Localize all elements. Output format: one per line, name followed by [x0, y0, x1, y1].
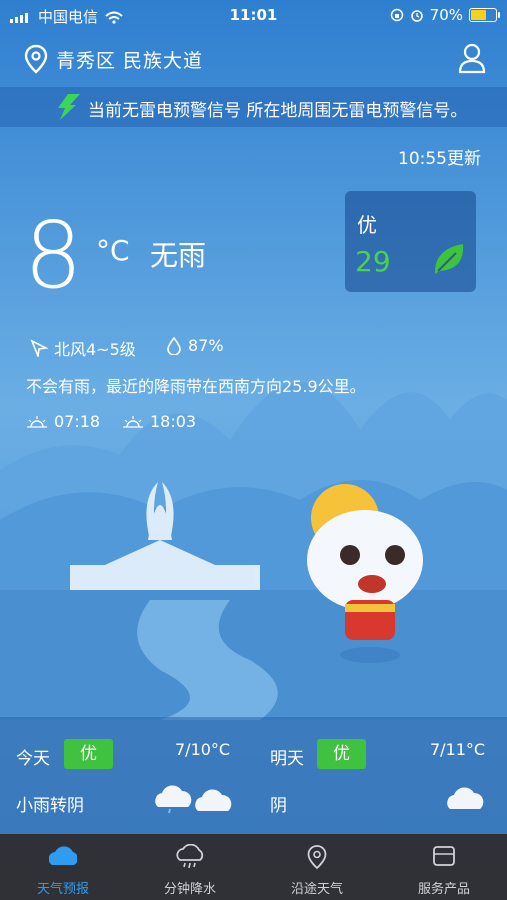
status-right: 70%	[390, 6, 500, 24]
location-name[interactable]: 青秀区 民族大道	[56, 46, 203, 73]
lightning-icon	[58, 94, 80, 120]
tab-minute-precipitation[interactable]: 分钟降水	[127, 834, 253, 900]
aqi-value: 29	[355, 245, 391, 278]
alarm-icon	[410, 10, 423, 22]
sunset-time: 18:03	[150, 412, 197, 431]
wind-info: 北风4~5级	[30, 336, 136, 360]
temperature-range: 7/11°C	[430, 740, 486, 759]
aqi-badge: 优	[317, 739, 366, 769]
wind-direction-icon	[30, 339, 48, 357]
temperature-unit: °C	[96, 234, 130, 267]
current-temperature: 8	[24, 202, 83, 309]
battery-level	[471, 10, 487, 20]
battery-percent: 70%	[429, 6, 463, 24]
cloud-icon	[49, 846, 77, 865]
aqi-label: 优	[357, 213, 377, 237]
tab-label: 分钟降水	[163, 882, 216, 897]
wind-text: 北风4~5级	[54, 340, 136, 359]
tab-label: 沿途天气	[290, 882, 343, 897]
tab-service-products[interactable]: 服务产品	[381, 834, 507, 900]
location-pin-icon	[307, 845, 327, 870]
sunset-info: 18:03	[122, 412, 196, 431]
warning-text: 当前无雷电预警信号 所在地周围无雷电预警信号。	[88, 101, 468, 121]
rain-cloud-icon	[176, 844, 204, 869]
tab-route-weather[interactable]: 沿途天气	[254, 834, 380, 900]
humidity-info: 87%	[166, 336, 224, 355]
current-condition: 无雨	[150, 239, 207, 272]
sunrise-icon	[27, 415, 47, 428]
sunset-icon	[123, 415, 143, 428]
bottom-tab-bar: 天气预报 分钟降水 沿途天气 服务产品	[0, 834, 507, 900]
aqi-card[interactable]: 优 29	[345, 191, 476, 292]
location-pin-icon[interactable]	[24, 44, 48, 74]
sunrise-time: 07:18	[54, 412, 101, 431]
user-icon[interactable]	[457, 42, 487, 74]
forecast-day-label: 今天	[16, 749, 50, 769]
battery-icon	[469, 8, 500, 22]
leaf-icon	[434, 244, 464, 274]
location-bar: 青秀区 民族大道	[0, 40, 507, 80]
temperature-range: 7/10°C	[175, 740, 231, 759]
warning-bar[interactable]: 当前无雷电预警信号 所在地周围无雷电预警信号。	[0, 87, 507, 127]
sunrise-info: 07:18	[26, 412, 100, 431]
forecast-condition: 小雨转阴	[16, 796, 84, 816]
update-time: 10:55更新	[398, 149, 481, 169]
cloudy-icon	[447, 787, 484, 809]
rain-forecast-note: 不会有雨，最近的降雨带在西南方向25.9公里。	[26, 377, 366, 396]
droplet-icon	[167, 336, 181, 355]
tab-label: 天气预报	[36, 882, 89, 897]
tab-weather-forecast[interactable]: 天气预报	[0, 834, 126, 900]
aqi-badge: 优	[64, 739, 113, 769]
humidity-text: 87%	[188, 336, 224, 355]
forecast-panel: 今天 优 7/10°C 小雨转阴 明天 优 7/11°C 阴	[0, 717, 507, 834]
status-bar: 中国电信 11:01 70%	[0, 0, 507, 30]
box-icon	[433, 846, 455, 866]
tab-label: 服务产品	[417, 882, 470, 897]
forecast-condition: 阴	[270, 796, 287, 816]
forecast-day-label: 明天	[270, 749, 304, 769]
light-rain-cloud-icon	[155, 785, 232, 814]
orientation-lock-icon	[390, 8, 403, 22]
